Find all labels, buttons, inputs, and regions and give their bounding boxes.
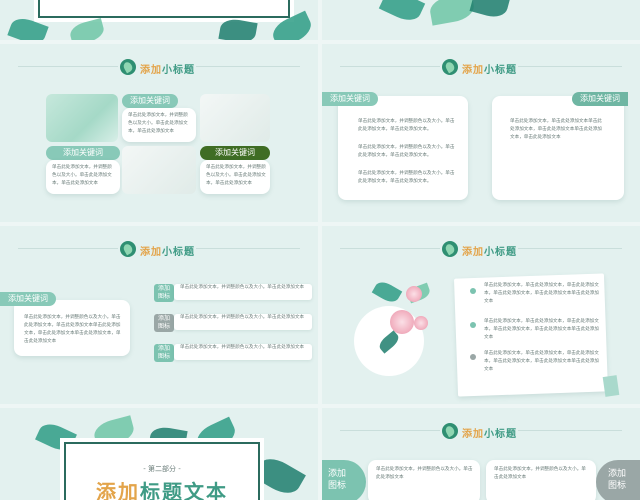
bullet-dot <box>470 322 476 328</box>
bullet-text: 单击此处添加文本，单击此处添加文本，单击此处添加文本，单击此处添加文本，单击此处… <box>484 351 599 372</box>
leaf-decoration-icon <box>67 17 107 40</box>
leaf-badge-icon <box>442 423 458 439</box>
leaf-decoration-icon <box>371 278 403 306</box>
card-text: 单击此处添加文本，并调整颜色以及大小。单击此处添加文本，单击此处添加文本。 <box>358 171 455 184</box>
slide-3[interactable]: 添加小标题 添加关键词 单击此处添加文本，并调整颜色以及大小。单击此处添加文本，… <box>0 44 318 222</box>
keyword-pill: 添加关键词 <box>0 292 56 306</box>
leaf-decoration-icon <box>378 0 426 26</box>
slide-8[interactable]: 添加小标题 添加 图标 单击此处添加文本，并调整颜色以及大小。单击此处添加文本 … <box>322 408 640 500</box>
icon-label-right: 添加 图标 <box>596 460 640 500</box>
title-rule-left <box>340 430 440 431</box>
icon-label-text: 添加 图标 <box>328 469 347 491</box>
leaf-badge-icon <box>120 59 136 75</box>
keyword-pill: 添加关键词 <box>322 92 378 106</box>
slide-5[interactable]: 添加小标题 添加关键词 单击此处添加文本，并调整颜色以及大小。单击此处添加文本，… <box>0 226 318 404</box>
icon-label: 添加 图标 <box>157 315 170 330</box>
leaf-decoration-icon <box>469 0 511 21</box>
card-text: 单击此处添加文本，并调整颜色以及大小。单击此处添加文本，单击此处添加文本 <box>206 165 266 186</box>
text-card-right <box>492 96 624 200</box>
image-placeholder <box>200 94 270 142</box>
slide-1-frame <box>38 0 290 18</box>
image-placeholder <box>122 146 196 194</box>
leaf-decoration-icon <box>428 0 476 26</box>
keyword-pill: 添加关键词 <box>572 92 628 106</box>
keyword-pill: 添加关键词 <box>46 146 120 160</box>
leaf-decoration-icon <box>218 17 258 40</box>
big-title: 添加标题文本 <box>96 480 228 500</box>
icon-label: 添加 图标 <box>157 345 170 360</box>
add-icon-box: 添加 图标 <box>154 284 174 302</box>
keyword-pill: 添加关键词 <box>200 146 270 160</box>
title-rule-right <box>196 248 300 249</box>
leaf-decoration-icon <box>7 14 49 40</box>
title-rule-right <box>518 430 622 431</box>
title-rule-left <box>340 248 440 249</box>
leaf-badge-icon <box>442 59 458 75</box>
add-icon-box: 添加 图标 <box>154 314 174 332</box>
part-label: - 第二部分 - <box>143 465 181 473</box>
icon-label-text: 添加 图标 <box>608 469 627 491</box>
leaf-decoration-icon <box>252 452 306 500</box>
section-title: 添加小标题 <box>462 429 517 440</box>
title-rule-left <box>18 66 118 67</box>
slide-6[interactable]: 添加小标题 单击此处添加文本，单击此处添加文本，单击此处添加文本，单击此处添加文… <box>322 226 640 404</box>
card-text: 单击此处添加文本，并调整颜色以及大小。单击此处添加文本，单击此处添加文本。 <box>358 145 455 158</box>
section-title: 添加小标题 <box>140 247 195 258</box>
title-rule-right <box>196 66 300 67</box>
title-rule-left <box>18 248 118 249</box>
flower-icon <box>414 316 428 330</box>
icon-label-left: 添加 图标 <box>322 460 366 500</box>
bullet-dot <box>470 354 476 360</box>
card-text: 单击此处添加文本，并调整颜色以及大小。单击此处添加文本，单击此处添加文本。 <box>358 119 455 132</box>
leaf-badge-icon <box>442 241 458 257</box>
title-rule-left <box>340 66 440 67</box>
section-title: 添加小标题 <box>140 65 195 76</box>
section-title: 添加小标题 <box>462 65 517 76</box>
bullet-dot <box>470 288 476 294</box>
corner-tab <box>602 375 620 397</box>
bullet-text: 单击此处添加文本，单击此处添加文本，单击此处添加文本，单击此处添加文本，单击此处… <box>484 319 599 340</box>
card-text: 单击此处添加文本，并调整颜色以及大小。单击此处添加文本 <box>376 467 473 480</box>
vertical-divider <box>318 0 322 500</box>
slide-2[interactable] <box>322 0 640 40</box>
slide-1[interactable] <box>0 0 318 40</box>
icon-label: 添加 图标 <box>157 285 170 300</box>
keyword-pill: 添加关键词 <box>122 94 178 108</box>
item-text: 单击此处添加文本，并调整颜色以及大小。单击此处添加文本 <box>180 315 305 320</box>
add-icon-box: 添加 图标 <box>154 344 174 362</box>
slide-4[interactable]: 添加小标题 添加关键词 单击此处添加文本，并调整颜色以及大小。单击此处添加文本，… <box>322 44 640 222</box>
leaf-badge-icon <box>120 241 136 257</box>
slide-7[interactable]: - 第二部分 - 添加标题文本 <box>0 408 318 500</box>
flower-icon <box>406 286 422 302</box>
card-text: 单击此处添加文本，并调整颜色以及大小。单击此处添加文本 <box>494 467 586 480</box>
item-text: 单击此处添加文本，并调整颜色以及大小。单击此处添加文本 <box>180 285 305 290</box>
card-text: 单击此处添加文本，并调整颜色以及大小。单击此处添加文本，单击此处添加文本 <box>52 165 112 186</box>
section-title: 添加小标题 <box>462 247 517 258</box>
item-text: 单击此处添加文本，并调整颜色以及大小。单击此处添加文本 <box>180 345 305 350</box>
title-rule-right <box>518 66 622 67</box>
card-text: 单击此处添加文本，并调整颜色以及大小。单击此处添加文本，单击此处添加文本 <box>128 113 188 134</box>
card-text: 单击此处添加文本，并调整颜色以及大小。单击此处添加文本，单击此处添加文本单击此处… <box>24 315 121 344</box>
image-placeholder <box>46 94 118 142</box>
title-rule-right <box>518 248 622 249</box>
card-text: 单击此处添加文本，单击此处添加文本单击此处添加文本，单击此处添加文本单击此处添加… <box>510 119 602 140</box>
bullet-text: 单击此处添加文本，单击此处添加文本，单击此处添加文本，单击此处添加文本，单击此处… <box>484 283 599 304</box>
